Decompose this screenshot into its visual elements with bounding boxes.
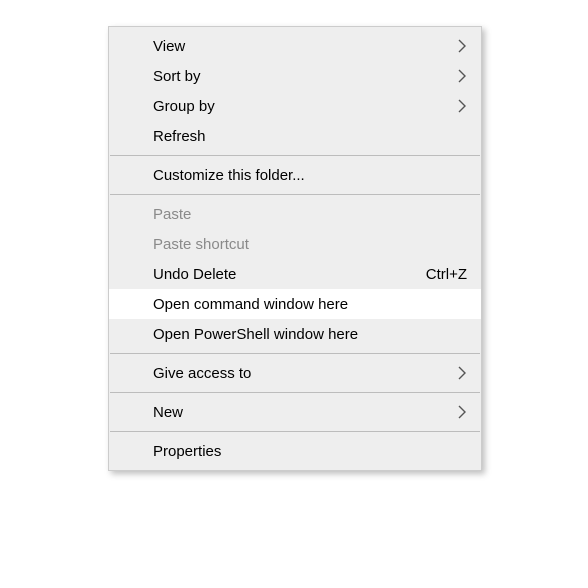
menu-item-label: Sort by bbox=[153, 68, 437, 85]
menu-item-view[interactable]: View bbox=[109, 31, 481, 61]
menu-item-label: Paste shortcut bbox=[153, 236, 467, 253]
menu-separator bbox=[110, 392, 480, 393]
chevron-right-icon bbox=[457, 38, 467, 54]
menu-item-properties[interactable]: Properties bbox=[109, 436, 481, 466]
context-menu[interactable]: View Sort by Group by Refresh Customize this… bbox=[108, 26, 482, 471]
menu-item-label: Group by bbox=[153, 98, 437, 115]
menu-item-open-ps-here[interactable]: Open PowerShell window here bbox=[109, 319, 481, 349]
menu-item-label: Customize this folder... bbox=[153, 167, 467, 184]
menu-separator bbox=[110, 194, 480, 195]
menu-item-paste: Paste bbox=[109, 199, 481, 229]
chevron-right-icon bbox=[457, 365, 467, 381]
menu-item-label: Refresh bbox=[153, 128, 467, 145]
menu-item-shortcut: Ctrl+Z bbox=[426, 266, 467, 283]
menu-item-refresh[interactable]: Refresh bbox=[109, 121, 481, 151]
menu-item-label: Open command window here bbox=[153, 296, 467, 313]
chevron-right-icon bbox=[457, 98, 467, 114]
menu-item-give-access-to[interactable]: Give access to bbox=[109, 358, 481, 388]
menu-item-label: View bbox=[153, 38, 437, 55]
menu-item-label: Open PowerShell window here bbox=[153, 326, 467, 343]
menu-item-paste-shortcut: Paste shortcut bbox=[109, 229, 481, 259]
chevron-right-icon bbox=[457, 68, 467, 84]
menu-item-label: Properties bbox=[153, 443, 467, 460]
menu-item-undo-delete[interactable]: Undo Delete Ctrl+Z bbox=[109, 259, 481, 289]
menu-separator bbox=[110, 353, 480, 354]
menu-item-new[interactable]: New bbox=[109, 397, 481, 427]
menu-item-label: Paste bbox=[153, 206, 467, 223]
chevron-right-icon bbox=[457, 404, 467, 420]
menu-separator bbox=[110, 431, 480, 432]
menu-item-open-cmd-here[interactable]: Open command window here bbox=[109, 289, 481, 319]
menu-item-customize-folder[interactable]: Customize this folder... bbox=[109, 160, 481, 190]
menu-item-label: New bbox=[153, 404, 437, 421]
menu-item-group-by[interactable]: Group by bbox=[109, 91, 481, 121]
menu-item-label: Undo Delete bbox=[153, 266, 406, 283]
menu-item-sort-by[interactable]: Sort by bbox=[109, 61, 481, 91]
menu-item-label: Give access to bbox=[153, 365, 437, 382]
menu-separator bbox=[110, 155, 480, 156]
